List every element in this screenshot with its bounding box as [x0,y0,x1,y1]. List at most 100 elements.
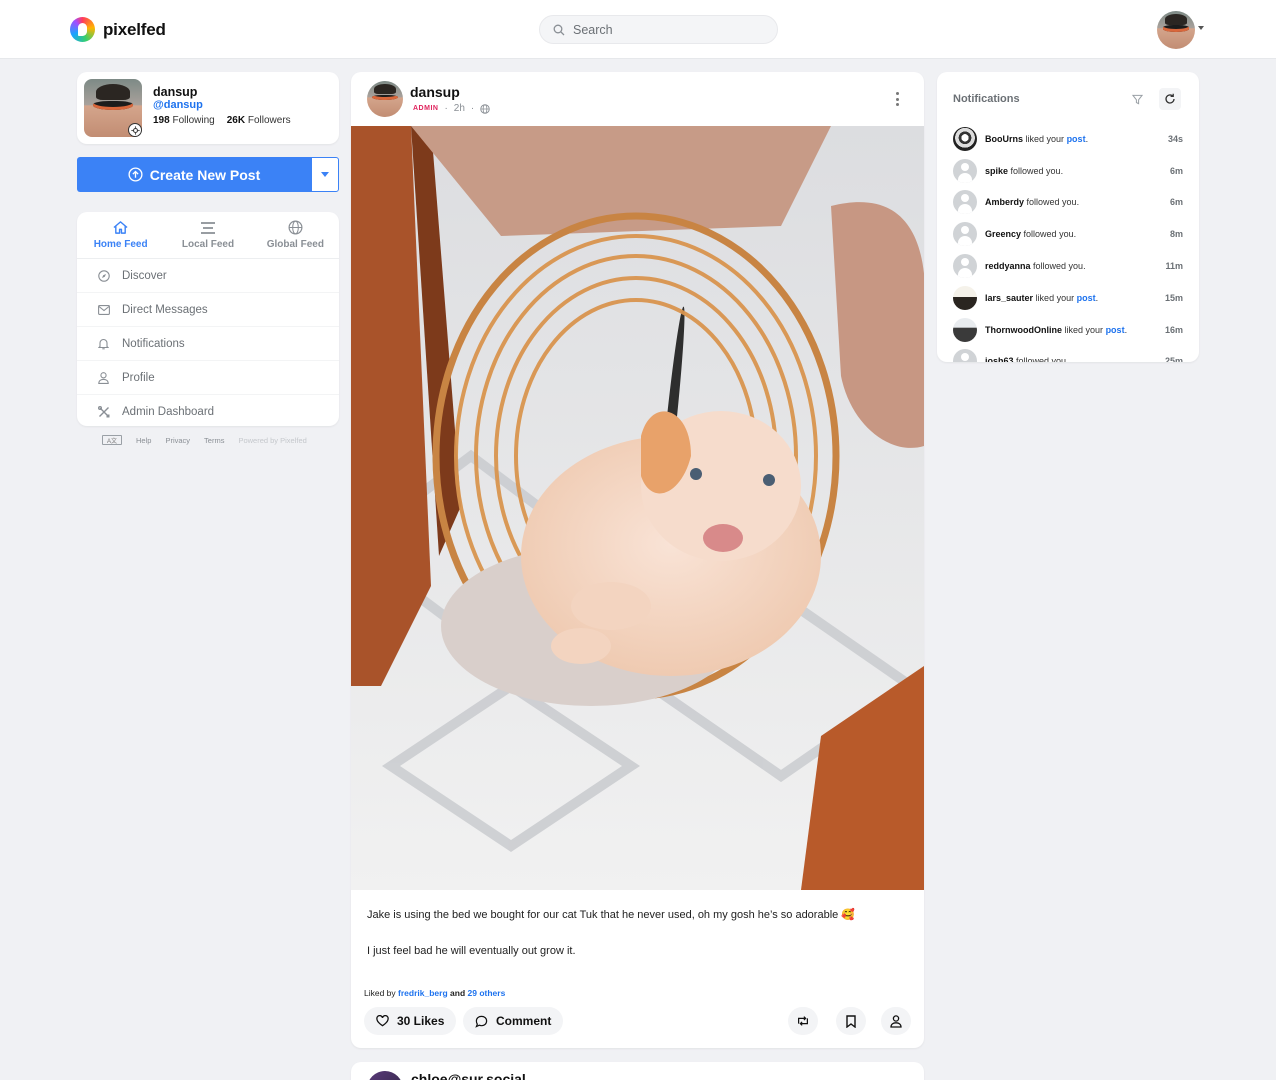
refresh-icon[interactable] [1159,88,1181,110]
notifications-title: Notifications [953,93,1020,105]
notification-time: 11m [1165,261,1183,272]
footer-powered-link[interactable]: Powered by Pixelfed [238,436,306,445]
bookmark-button[interactable] [836,1007,866,1035]
brand-logo-link[interactable]: pixelfed [70,17,166,42]
footer-links: A文 Help Privacy Terms Powered by Pixelfe… [102,435,307,445]
notification-text: spike followed you. [985,166,1063,176]
settings-gear-icon[interactable] [128,123,142,137]
notification-username[interactable]: BooUrns [985,134,1023,144]
notification-avatar[interactable] [953,317,977,342]
notification-avatar[interactable] [953,126,977,151]
notification-item[interactable]: Greency followed you. 8m [937,218,1199,250]
profile-stats: 198 Following 26K Followers [153,115,291,126]
share-button[interactable] [788,1007,818,1035]
next-post-author-avatar[interactable] [367,1071,403,1080]
notification-text: josh63 followed you. [985,356,1069,362]
notification-post-link[interactable]: post [1077,293,1096,303]
footer-help-link[interactable]: Help [136,436,151,445]
compass-icon [97,269,110,282]
menu-item-notifications[interactable]: Notifications [77,327,339,361]
post-author-avatar[interactable] [367,81,403,117]
top-navbar: pixelfed [0,0,1276,59]
notification-avatar[interactable] [953,254,977,279]
notification-time: 8m [1169,229,1183,240]
followers-stat[interactable]: 26K Followers [227,115,291,126]
notification-post-link[interactable]: post [1106,325,1125,335]
liked-by-others-link[interactable]: 29 others [468,988,506,998]
notification-avatar[interactable] [953,285,977,310]
notification-post-link[interactable]: post [1067,134,1086,144]
search-box[interactable] [539,15,778,44]
notification-text: Amberdy followed you. [985,197,1079,207]
tab-home-feed[interactable]: Home Feed [77,212,164,258]
menu-item-admin-dashboard[interactable]: Admin Dashboard [77,395,339,426]
profile-name[interactable]: dansup [153,85,197,99]
notification-punctuation: . [1095,292,1099,303]
notification-avatar[interactable] [953,158,977,183]
tab-local-feed[interactable]: Local Feed [164,212,251,258]
profile-card: dansup @dansup 198 Following 26K Followe… [77,72,339,144]
post-caption-line-1: Jake is using the bed we bought for our … [367,909,856,921]
notification-action: liked your [1035,292,1075,303]
puppy-in-basket-image [351,126,924,890]
moderation-button[interactable] [881,1007,911,1035]
more-options-icon[interactable] [896,92,900,106]
profile-handle[interactable]: @dansup [153,99,203,111]
notification-avatar[interactable] [953,190,977,215]
notification-action: followed you. [1026,197,1080,208]
notification-time: 34s [1167,133,1183,144]
search-input[interactable] [573,22,753,37]
like-button[interactable]: 30 Likes [364,1007,457,1035]
notification-username[interactable]: lars_sauter [985,293,1033,303]
post-image[interactable] [351,126,924,890]
notification-username[interactable]: Greency [985,229,1021,239]
menu-item-discover[interactable]: Discover [77,259,339,293]
chevron-down-icon [321,172,329,177]
notification-item[interactable]: reddyanna followed you. 11m [937,250,1199,282]
notifications-list: BooUrns liked your post. 34s spike followe… [937,123,1199,362]
notification-action: followed you. [1016,356,1069,362]
notification-text: lars_sauter liked your post. [985,293,1098,303]
create-post-dropdown-button[interactable] [311,157,339,192]
liked-by-user-link[interactable]: fredrik_berg [398,988,448,998]
menu-item-profile[interactable]: Profile [77,361,339,395]
notification-username[interactable]: ThornwoodOnline [985,325,1062,335]
notification-action: liked your [1064,324,1104,335]
post-timestamp[interactable]: 2h [454,103,465,114]
notification-item[interactable]: Amberdy followed you. 6m [937,187,1199,219]
comment-button[interactable]: Comment [463,1007,564,1035]
notification-username[interactable]: reddyanna [985,261,1031,271]
user-menu-caret-icon[interactable] [1198,26,1204,30]
notification-item[interactable]: lars_sauter liked your post. 15m [937,282,1199,314]
notification-username[interactable]: spike [985,166,1008,176]
retweet-icon [798,1016,808,1026]
feed-post: dansup ADMIN · 2h · Jake is using the be… [351,72,924,1048]
post-author-name[interactable]: dansup [410,84,460,100]
user-shield-icon [890,1014,902,1028]
footer-terms-link[interactable]: Terms [204,436,224,445]
notification-item[interactable]: josh63 followed you. 25m [937,346,1199,362]
create-new-post-button[interactable]: Create New Post [77,157,311,192]
following-stat[interactable]: 198 Following [153,115,215,126]
notification-item[interactable]: BooUrns liked your post. 34s [937,123,1199,155]
notification-time: 25m [1164,356,1183,362]
notification-username[interactable]: josh63 [985,356,1014,362]
notification-item[interactable]: ThornwoodOnline liked your post. 16m [937,314,1199,346]
notification-username[interactable]: Amberdy [985,197,1024,207]
notification-item[interactable]: spike followed you. 6m [937,155,1199,187]
next-post-author-name[interactable]: chloe@sur.social [411,1071,526,1080]
create-new-post-label: Create New Post [149,166,261,183]
tab-global-feed[interactable]: Global Feed [252,212,339,258]
bookmark-icon [846,1014,856,1028]
notification-text: Greency followed you. [985,229,1076,239]
bell-icon [97,337,110,350]
user-menu-avatar[interactable] [1157,11,1195,49]
footer-privacy-link[interactable]: Privacy [165,436,190,445]
globe-icon [288,220,303,235]
filter-icon[interactable] [1127,89,1147,109]
notification-avatar[interactable] [953,222,977,247]
post-meta: ADMIN · 2h · [413,103,490,114]
language-icon[interactable]: A文 [102,435,122,445]
notification-avatar[interactable] [953,349,977,362]
menu-item-direct-messages[interactable]: Direct Messages [77,293,339,327]
